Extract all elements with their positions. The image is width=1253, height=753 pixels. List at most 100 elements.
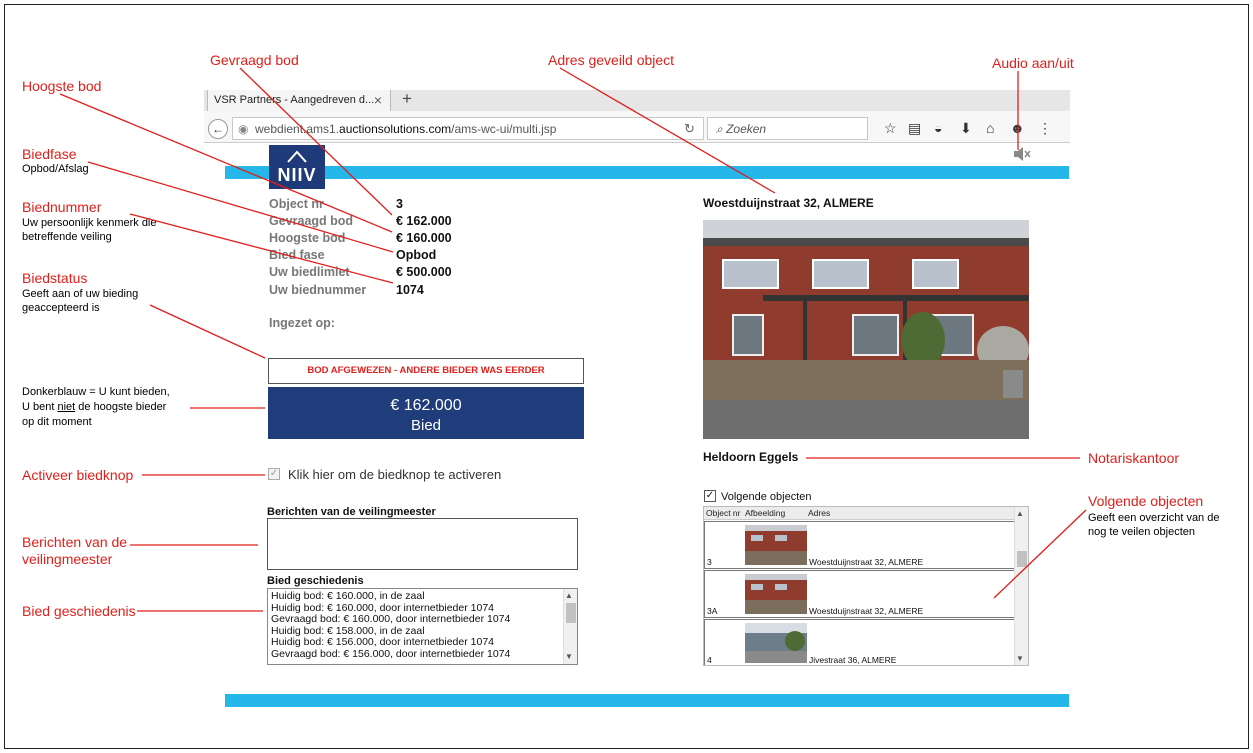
hoogste-bod-value: € 160.000 [396, 231, 452, 245]
annotation-biedfase-sub: Opbod/Afslag [22, 163, 89, 175]
notaris-name: Heldoorn Eggels [703, 450, 799, 464]
activate-bid-checkbox[interactable]: ✓ [268, 468, 280, 480]
object-nr-value: 3 [396, 197, 403, 211]
scroll-up-icon[interactable]: ▲ [565, 590, 573, 602]
back-arrow-icon[interactable]: ← [208, 119, 228, 139]
smiley-icon[interactable]: ☻ [1010, 120, 1025, 136]
bid-status-box: BOD AFGEWEZEN - ANDERE BIEDER WAS EERDER [268, 358, 584, 384]
pocket-icon[interactable]: ◒ [934, 120, 942, 136]
bid-label: Bied [410, 417, 442, 434]
home-icon[interactable]: ⌂ [986, 120, 994, 136]
close-icon[interactable]: × [374, 92, 382, 108]
annotation-biednummer-sub2: betreffende veiling [22, 231, 112, 243]
annotation-biedstatus-sub1: Geeft aan of uw bieding [22, 288, 139, 300]
logo-text: NIIV [277, 165, 317, 185]
new-tab-icon[interactable]: + [402, 89, 412, 109]
annotation-volgende-objecten: Volgende objecten [1088, 493, 1204, 509]
scroll-down-icon[interactable]: ▼ [565, 651, 573, 663]
annotation-volgende-sub1: Geeft een overzicht van de [1088, 512, 1220, 524]
history-title: Bied geschiedenis [267, 575, 364, 587]
annotation-notariskantoor: Notariskantoor [1088, 450, 1180, 466]
table-row[interactable]: 3 Woestduijnstraat 32, ALMERE [704, 521, 1016, 569]
biedlimiet-value: € 500.000 [396, 265, 452, 279]
history-scrollbar[interactable]: ▲ ▼ [563, 589, 577, 664]
messages-box [267, 518, 578, 570]
bookmark-star-icon[interactable]: ☆ [884, 120, 897, 137]
bid-history-list[interactable]: Huidig bod: € 160.000, in de zaal Huidig… [267, 588, 578, 665]
gevraagd-bod-value: € 162.000 [396, 214, 452, 228]
annotation-hoogste-bod: Hoogste bod [22, 78, 102, 94]
reading-list-icon[interactable]: ▤ [908, 120, 921, 137]
url-host: auctionsolutions.com [339, 122, 452, 136]
table-row[interactable]: 3A Woestduijnstraat 32, ALMERE [704, 570, 1016, 618]
bid-button[interactable]: € 162.000 Bied [268, 387, 584, 439]
history-item: Huidig bod: € 160.000, in de zaal [271, 590, 425, 602]
download-icon[interactable]: ⬇ [960, 120, 972, 137]
annotation-activeer: Activeer biedknop [22, 467, 134, 483]
table-header: Object nr Afbeelding Adres [704, 507, 1016, 520]
history-item: Gevraagd bod: € 156.000, door internetbi… [271, 647, 511, 660]
url-prefix: webdient.ams1. [255, 122, 340, 136]
object-thumbnail [745, 623, 807, 663]
next-objects-table[interactable]: Object nr Afbeelding Adres 3 Woestduijns… [703, 506, 1029, 666]
annotation-donkerblauw-2: U bent niet de hoogste bieder [22, 401, 167, 413]
table-row[interactable]: 4 Jivestraat 36, ALMERE [704, 619, 1016, 665]
top-accent-bar [225, 166, 1069, 179]
row-address: Woestduijnstraat 32, ALMERE [809, 606, 924, 616]
search-placeholder: Zoeken [726, 122, 767, 136]
search-input[interactable]: ⌕ Zoeken [707, 117, 868, 140]
hoogste-bod-label: Hoogste bod [269, 231, 346, 245]
object-thumbnail [745, 525, 807, 565]
bied-fase-label: Bied fase [269, 248, 325, 262]
annotation-berichten-2: veilingmeester [22, 551, 113, 567]
scroll-thumb[interactable] [1017, 551, 1027, 567]
row-object-nr: 3 [707, 557, 712, 567]
roof-icon [287, 150, 307, 163]
browser-tab[interactable]: VSR Partners - Aangedreven d... × [207, 90, 391, 111]
menu-icon[interactable]: ⋮ [1038, 120, 1052, 137]
speaker-muted-icon[interactable] [1012, 145, 1032, 168]
annotation-biednummer: Biednummer [22, 199, 102, 215]
bid-amount: € 162.000 [390, 397, 462, 414]
annotation-donkerblauw-3: op dit moment [22, 416, 92, 428]
annotation-biedstatus-sub2: geaccepteerd is [22, 302, 100, 314]
annotation-volgende-sub2: nog te veilen objecten [1088, 526, 1196, 538]
next-objects-label: Volgende objecten [721, 491, 812, 503]
bottom-accent-bar [225, 694, 1069, 707]
object-photo [703, 220, 1029, 439]
search-icon: ⌕ [716, 122, 723, 136]
gevraagd-bod-label: Gevraagd bod [269, 214, 354, 228]
annotation-adres: Adres geveild object [548, 52, 675, 68]
next-objects-scrollbar[interactable]: ▲ ▼ [1014, 507, 1028, 665]
url-bar[interactable]: ◉ webdient.ams1.auctionsolutions.com/ams… [232, 117, 704, 140]
annotation-gevraagd-bod: Gevraagd bod [210, 52, 299, 68]
annotation-donkerblauw-1: Donkerblauw = U kunt bieden, [22, 386, 170, 398]
scroll-down-icon[interactable]: ▼ [1016, 654, 1024, 663]
ingezet-op-label: Ingezet op: [269, 316, 335, 330]
scroll-up-icon[interactable]: ▲ [1016, 509, 1024, 518]
messages-title: Berichten van de veilingmeester [267, 506, 436, 518]
row-address: Jivestraat 36, ALMERE [809, 655, 897, 665]
col-object-nr: Object nr [706, 508, 741, 518]
globe-icon: ◉ [238, 122, 249, 136]
annotation-biedfase: Biedfase [22, 146, 77, 162]
annotation-bied-geschiedenis: Bied geschiedenis [22, 603, 136, 619]
row-address: Woestduijnstraat 32, ALMERE [809, 557, 924, 567]
row-object-nr: 3A [707, 606, 718, 616]
annotation-audio: Audio aan/uit [992, 55, 1074, 71]
row-object-nr: 4 [707, 655, 712, 665]
activate-bid-label: Klik hier om de biedknop te activeren [288, 467, 502, 482]
next-objects-checkbox[interactable]: ✓ [704, 490, 716, 502]
niiv-logo: NIIV [269, 145, 325, 189]
object-nr-label: Object nr [269, 197, 324, 211]
url-path: /ams-wc-ui/multi.jsp [451, 122, 557, 136]
annotation-biedstatus: Biedstatus [22, 270, 88, 286]
tab-title: VSR Partners - Aangedreven d... [214, 94, 375, 106]
biedlimiet-label: Uw biedlimiet [269, 265, 350, 279]
reload-icon[interactable]: ↻ [684, 121, 695, 137]
biednummer-label: Uw biednummer [269, 283, 367, 297]
col-afbeelding: Afbeelding [745, 508, 786, 518]
scroll-thumb[interactable] [566, 603, 576, 623]
col-adres: Adres [808, 508, 831, 518]
bied-fase-value: Opbod [396, 248, 437, 262]
